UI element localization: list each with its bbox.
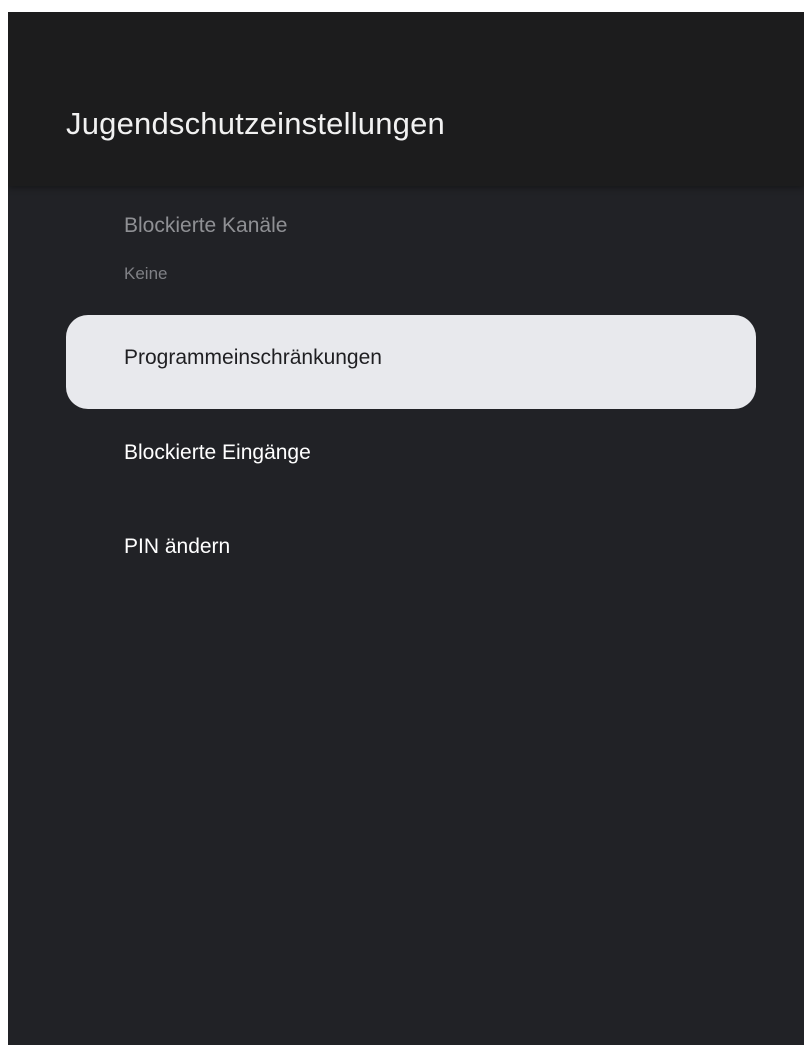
menu-item-change-pin[interactable]: PIN ändern <box>66 504 756 598</box>
tv-settings-screen: Jugendschutzeinstellungen Blockierte Kan… <box>8 12 804 1045</box>
menu-item-blocked-channels[interactable]: Blockierte Kanäle Keine <box>66 200 756 300</box>
menu-item-program-restrictions[interactable]: Programmeinschränkungen <box>66 315 756 409</box>
menu-item-label: Blockierte Kanäle <box>124 214 288 237</box>
menu-item-label: PIN ändern <box>124 535 231 558</box>
menu-item-label: Programmeinschränkungen <box>124 346 382 369</box>
page-title: Jugendschutzeinstellungen <box>66 106 445 141</box>
menu-item-label: Blockierte Eingänge <box>124 441 311 464</box>
settings-header: Jugendschutzeinstellungen <box>8 12 804 186</box>
menu-item-blocked-inputs[interactable]: Blockierte Eingänge <box>66 410 756 504</box>
menu-item-sublabel: Keine <box>124 264 168 283</box>
